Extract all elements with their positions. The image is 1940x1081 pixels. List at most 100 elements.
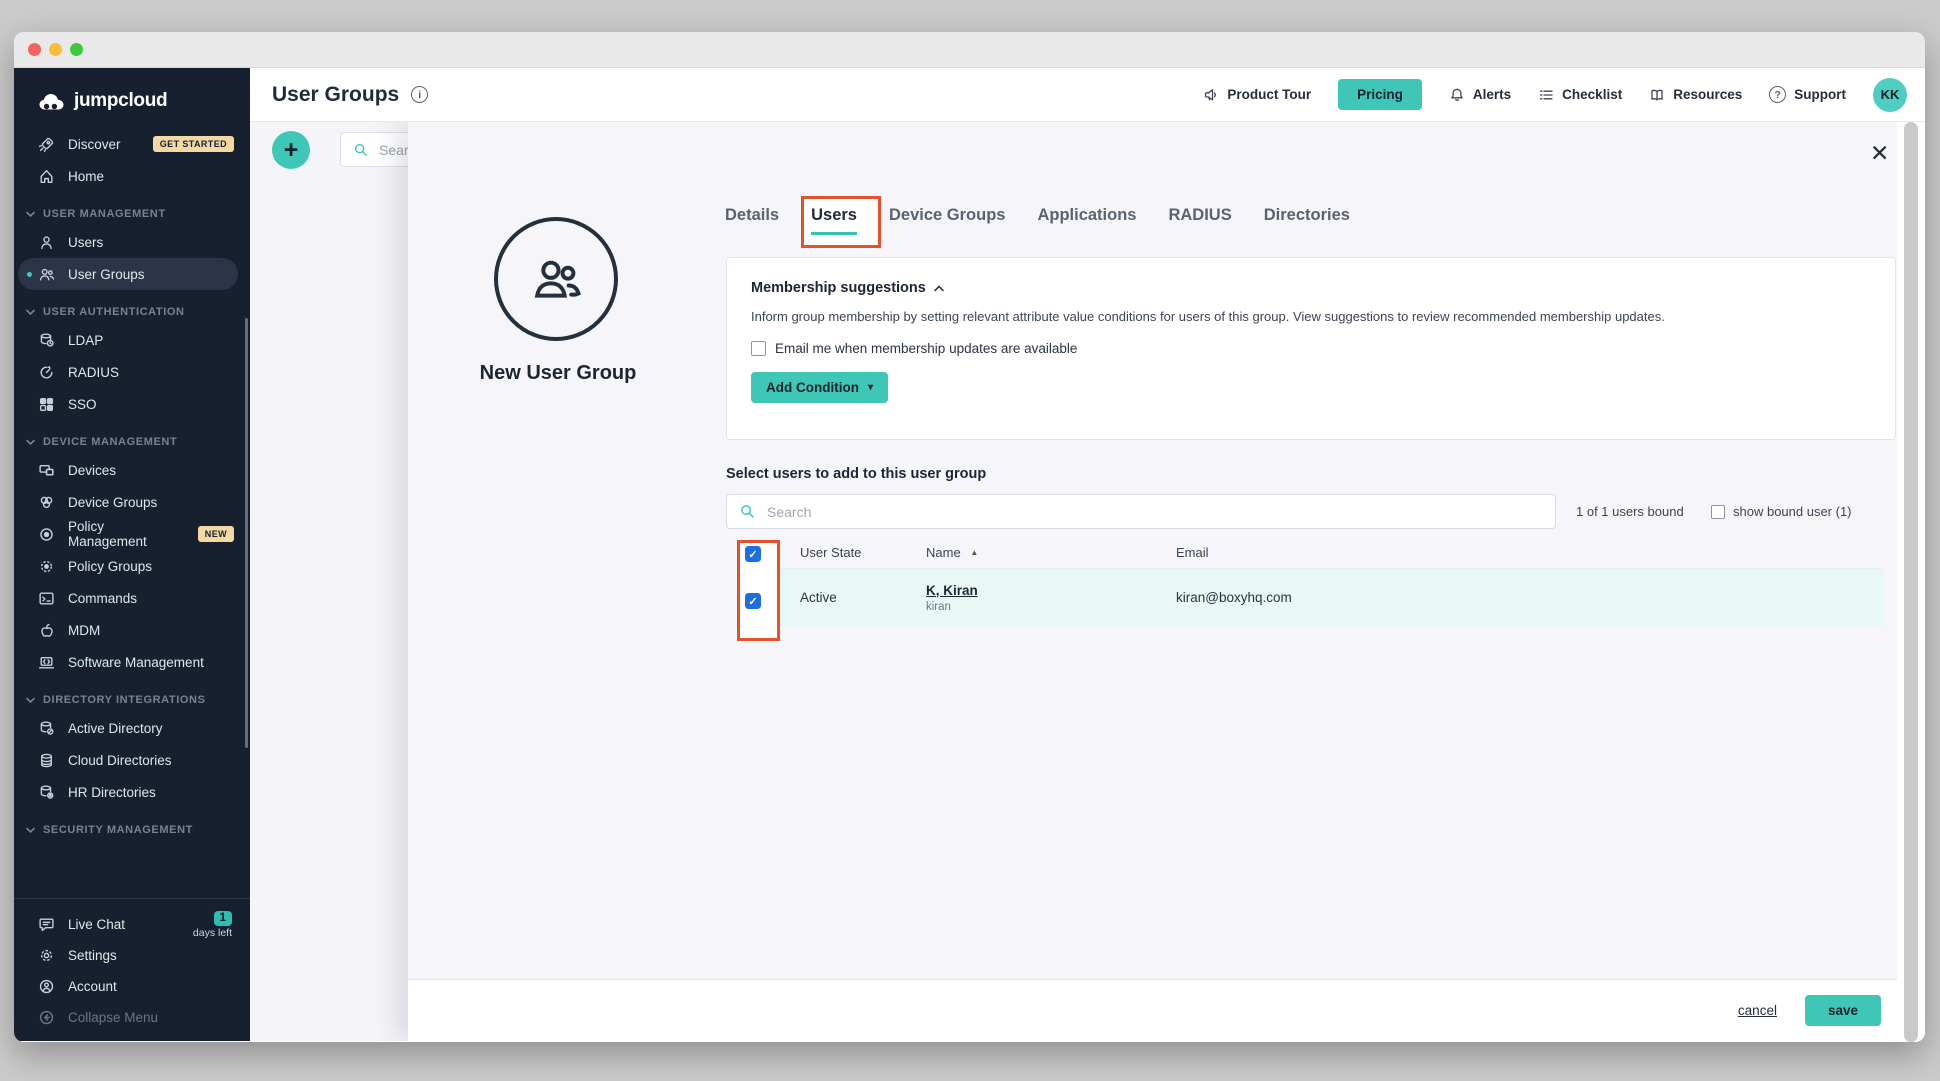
tab-users[interactable]: Users	[811, 206, 857, 235]
tab-directories[interactable]: Directories	[1264, 206, 1350, 235]
sidebar-item-active-directory[interactable]: Active Directory	[14, 712, 250, 744]
trial-days-left: 1 days left	[193, 910, 232, 939]
bell-icon	[1449, 87, 1465, 103]
device-groups-icon	[38, 494, 55, 511]
membership-suggestions-toggle[interactable]: Membership suggestions	[751, 280, 1871, 296]
tab-radius[interactable]: RADIUS	[1168, 206, 1231, 235]
sidebar-item-mdm[interactable]: MDM	[14, 614, 250, 646]
days-left-label: days left	[193, 928, 232, 940]
sidebar-item-live-chat[interactable]: Live Chat 1 days left	[14, 909, 250, 940]
tab-applications[interactable]: Applications	[1037, 206, 1136, 235]
sidebar-item-ldap[interactable]: LDAP	[14, 324, 250, 356]
sidebar-item-account[interactable]: Account	[14, 971, 250, 1002]
sidebar-item-cloud-directories[interactable]: Cloud Directories	[14, 744, 250, 776]
tab-device-groups[interactable]: Device Groups	[889, 206, 1005, 235]
select-all-checkbox[interactable]: ✓	[745, 546, 761, 562]
resources-button[interactable]: Resources	[1649, 87, 1742, 103]
new-user-group-drawer: ✕ New User Group Details Users Device Gr…	[408, 122, 1897, 1041]
add-user-group-button[interactable]: +	[272, 131, 310, 169]
add-condition-button[interactable]: Add Condition ▾	[751, 372, 888, 403]
sidebar-item-discover[interactable]: Discover GET STARTED	[14, 128, 250, 160]
vertical-scrollbar[interactable]	[1904, 122, 1918, 1042]
book-icon	[1649, 87, 1665, 103]
sidebar-item-label: Live Chat	[68, 917, 125, 932]
support-label: Support	[1794, 87, 1846, 102]
sidebar-item-label: Policy Management	[68, 519, 185, 549]
search-icon	[739, 503, 756, 520]
sidebar-item-policy-groups[interactable]: Policy Groups	[14, 550, 250, 582]
product-tour-button[interactable]: Product Tour	[1203, 87, 1311, 103]
group-name-label: New User Group	[408, 362, 708, 385]
sidebar-item-commands[interactable]: Commands	[14, 582, 250, 614]
jumpcloud-logo[interactable]: jumpcloud	[14, 68, 250, 124]
sidebar-scrollbar[interactable]	[245, 318, 248, 748]
chevron-down-icon	[26, 697, 35, 704]
sidebar-item-label: Collapse Menu	[68, 1010, 158, 1025]
cancel-button[interactable]: cancel	[1738, 1003, 1777, 1018]
support-button[interactable]: ? Support	[1769, 86, 1846, 103]
save-button[interactable]: save	[1805, 995, 1881, 1026]
sidebar-item-sso[interactable]: SSO	[14, 388, 250, 420]
show-bound-user-label: show bound user (1)	[1733, 504, 1852, 519]
megaphone-icon	[1203, 87, 1219, 103]
close-window-button[interactable]	[28, 43, 41, 56]
sidebar-item-user-groups[interactable]: User Groups	[18, 258, 238, 290]
sidebar-item-label: Cloud Directories	[68, 753, 172, 768]
show-bound-user-checkbox[interactable]	[1711, 505, 1725, 519]
days-left-count-badge: 1	[214, 911, 232, 926]
checklist-label: Checklist	[1562, 87, 1622, 102]
checklist-button[interactable]: Checklist	[1538, 87, 1622, 103]
avatar[interactable]: KK	[1873, 78, 1907, 112]
close-icon[interactable]: ✕	[1870, 142, 1889, 165]
devices-icon	[38, 462, 55, 479]
sidebar-item-software-management[interactable]: Software Management	[14, 646, 250, 678]
user-name-link[interactable]: K, Kiran	[926, 583, 1176, 598]
radius-icon	[38, 364, 55, 381]
section-device-management[interactable]: DEVICE MANAGEMENT	[26, 436, 250, 448]
membership-suggestions-card: Membership suggestions Inform group memb…	[726, 257, 1896, 440]
column-email[interactable]: Email	[1176, 545, 1884, 560]
new-badge: NEW	[198, 526, 234, 542]
section-directory-integrations[interactable]: DIRECTORY INTEGRATIONS	[26, 694, 250, 706]
email-optin-checkbox[interactable]	[751, 341, 766, 356]
app-window: jumpcloud Discover GET STARTED Home USER…	[14, 32, 1925, 1042]
user-search-input[interactable]: Search	[726, 494, 1556, 529]
sidebar-item-home[interactable]: Home	[14, 160, 250, 192]
sidebar-item-radius[interactable]: RADIUS	[14, 356, 250, 388]
sidebar-item-label: Users	[68, 235, 103, 250]
zoom-window-button[interactable]	[70, 43, 83, 56]
sidebar-item-label: Home	[68, 169, 104, 184]
pricing-button[interactable]: Pricing	[1338, 79, 1422, 110]
user-email-cell: kiran@boxyhq.com	[1176, 590, 1884, 605]
tab-details[interactable]: Details	[725, 206, 779, 235]
directory-database-icon	[38, 720, 55, 737]
section-user-authentication[interactable]: USER AUTHENTICATION	[26, 306, 250, 318]
rocket-icon	[38, 136, 55, 153]
sidebar-item-collapse-menu[interactable]: Collapse Menu	[14, 1002, 250, 1033]
sidebar-nav: Discover GET STARTED Home USER MANAGEMEN…	[14, 124, 250, 898]
section-user-management[interactable]: USER MANAGEMENT	[26, 208, 250, 220]
policy-management-icon	[38, 526, 55, 543]
row-checkbox[interactable]: ✓	[745, 593, 761, 609]
minimize-window-button[interactable]	[49, 43, 62, 56]
main-area: User Groups i Product Tour Pricing Alert…	[250, 68, 1925, 1041]
info-icon[interactable]: i	[411, 86, 428, 103]
select-users-heading: Select users to add to this user group	[726, 466, 986, 482]
table-row[interactable]: Active K, Kiran kiran kiran@boxyhq.com	[737, 569, 1884, 626]
column-user-state[interactable]: User State	[800, 545, 926, 560]
user-groups-icon	[38, 266, 55, 283]
sidebar-item-users[interactable]: Users	[14, 226, 250, 258]
sidebar-item-hr-directories[interactable]: HR Directories	[14, 776, 250, 808]
column-name[interactable]: Name ▲	[926, 545, 1176, 560]
sidebar-item-settings[interactable]: Settings	[14, 940, 250, 971]
drawer-tabs: Details Users Device Groups Applications…	[725, 206, 1350, 235]
apple-icon	[38, 622, 55, 639]
stacked-disks-icon	[38, 752, 55, 769]
section-security-management[interactable]: SECURITY MANAGEMENT	[26, 824, 250, 836]
show-bound-user-control: show bound user (1)	[1711, 494, 1852, 529]
alerts-button[interactable]: Alerts	[1449, 87, 1511, 103]
sidebar-item-policy-management[interactable]: Policy Management NEW	[14, 518, 250, 550]
hr-database-icon	[38, 784, 55, 801]
sidebar-item-device-groups[interactable]: Device Groups	[14, 486, 250, 518]
sidebar-item-devices[interactable]: Devices	[14, 454, 250, 486]
